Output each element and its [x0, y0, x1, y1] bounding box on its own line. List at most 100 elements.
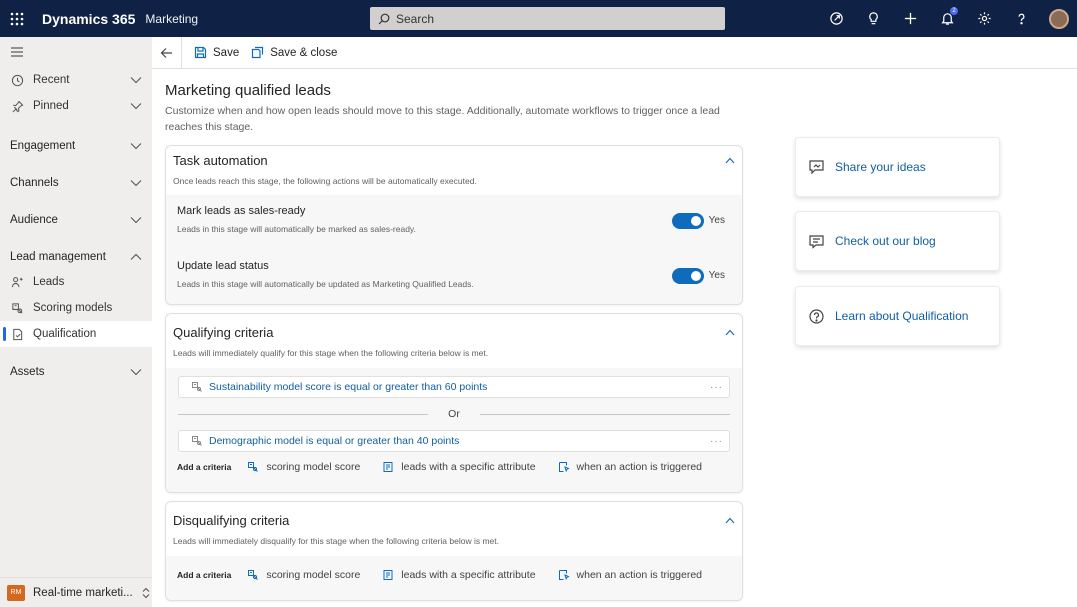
card-subtitle: Leads will immediately disqualify for th…	[173, 536, 499, 546]
sidebar-item-scoring-models[interactable]: Scoring models	[0, 295, 152, 321]
sidebar-item-pinned[interactable]: Pinned	[0, 93, 152, 119]
page-title: Marketing qualified leads	[165, 82, 331, 99]
toggle-value: Yes	[708, 215, 725, 226]
add-specific-attribute[interactable]: leads with a specific attribute	[382, 461, 536, 473]
toggle-title: Mark leads as sales-ready	[177, 205, 306, 217]
criteria-item[interactable]: Demographic model is equal or greater th…	[178, 430, 730, 452]
chevron-up-icon[interactable]	[725, 517, 735, 524]
chevron-up-icon[interactable]	[725, 157, 735, 164]
chevron-up-icon	[130, 253, 142, 260]
sales-ready-toggle[interactable]	[672, 213, 704, 229]
criteria-text: Sustainability model score is equal or g…	[209, 381, 488, 393]
sidebar-group-label: Lead management	[10, 250, 106, 263]
add-option-label: scoring model score	[266, 569, 361, 581]
notifications-icon[interactable]: 2	[929, 0, 966, 37]
update-status-toggle[interactable]	[672, 268, 704, 284]
user-avatar[interactable]	[1040, 0, 1077, 37]
or-separator: Or	[178, 398, 731, 430]
chevron-up-icon[interactable]	[725, 329, 735, 336]
top-bar: Dynamics 365 Marketing Search 2	[0, 0, 1077, 37]
pin-icon	[10, 99, 24, 113]
task-automation-header[interactable]: Task automation	[166, 146, 742, 174]
more-options-icon[interactable]: ···	[710, 382, 723, 393]
sidebar-group-channels[interactable]: Channels	[0, 164, 152, 201]
check-blog-label: Check out our blog	[835, 234, 936, 248]
settings-icon[interactable]	[966, 0, 1003, 37]
add-action-triggered[interactable]: when an action is triggered	[558, 569, 703, 581]
card-title: Qualifying criteria	[173, 324, 274, 340]
criteria-item[interactable]: Sustainability model score is equal or g…	[178, 376, 730, 398]
save-button[interactable]: Save	[188, 37, 245, 69]
chevron-down-icon	[130, 368, 142, 375]
blog-icon	[809, 234, 824, 249]
sidebar-group-assets[interactable]: Assets	[0, 353, 152, 390]
add-specific-attribute[interactable]: leads with a specific attribute	[382, 569, 536, 581]
more-options-icon[interactable]: ···	[710, 436, 723, 447]
back-button[interactable]	[152, 36, 182, 69]
add-icon[interactable]	[892, 0, 929, 37]
card-subtitle: Leads will immediately qualify for this …	[173, 348, 489, 358]
sidebar-item-leads[interactable]: Leads	[0, 269, 152, 295]
sidebar-group-label: Assets	[10, 365, 45, 378]
help-icon[interactable]	[1003, 0, 1040, 37]
scoring-icon	[10, 301, 24, 315]
share-ideas-label: Share your ideas	[835, 160, 926, 174]
add-scoring-model-score[interactable]: scoring model score	[247, 569, 360, 581]
area-switcher[interactable]: RM Real-time marketi...	[0, 577, 152, 607]
qualification-icon	[10, 327, 24, 341]
add-option-label: when an action is triggered	[576, 569, 703, 581]
app-launcher-icon[interactable]	[0, 0, 34, 37]
toggle-row-update-status: Update lead status Leads in this stage w…	[166, 250, 742, 304]
area-badge: RM	[7, 584, 25, 601]
trigger-icon	[558, 462, 570, 473]
back-arrow-icon	[160, 47, 172, 58]
notification-badge: 2	[950, 7, 958, 15]
sidebar-item-label: Leads	[33, 276, 65, 288]
search-input[interactable]: Search	[370, 7, 725, 30]
add-option-label: leads with a specific attribute	[401, 461, 536, 473]
app-name[interactable]: Dynamics 365	[42, 11, 135, 27]
card-subtitle: Once leads reach this stage, the followi…	[173, 176, 477, 186]
or-label: Or	[448, 408, 460, 420]
chevron-down-icon	[130, 179, 142, 186]
add-option-label: when an action is triggered	[576, 461, 703, 473]
assist-icon[interactable]	[818, 0, 855, 37]
add-action-triggered[interactable]: when an action is triggered	[558, 461, 703, 473]
sidebar-item-qualification[interactable]: Qualification	[0, 321, 152, 347]
task-automation-card: Task automation Once leads reach this st…	[165, 145, 743, 305]
check-blog-card[interactable]: Check out our blog	[795, 211, 1000, 271]
add-scoring-model-score[interactable]: scoring model score	[247, 461, 360, 473]
scoring-model-icon	[248, 570, 259, 580]
chevron-up-down-icon	[142, 587, 150, 598]
criteria-text: Demographic model is equal or greater th…	[209, 435, 460, 447]
module-name: Marketing	[145, 11, 199, 26]
hamburger-menu-icon[interactable]	[0, 37, 152, 67]
sidebar-group-label: Channels	[10, 176, 59, 189]
scoring-model-icon	[192, 382, 202, 392]
sidebar: Recent Pinned Engagement Channels Audien…	[0, 37, 152, 607]
save-close-icon	[252, 46, 264, 59]
lightbulb-icon[interactable]	[855, 0, 892, 37]
share-ideas-card[interactable]: Share your ideas	[795, 137, 1000, 197]
sidebar-group-label: Engagement	[10, 139, 76, 152]
chevron-down-icon	[130, 142, 142, 149]
save-close-button[interactable]: Save & close	[245, 37, 343, 69]
add-criteria-label: Add a criteria	[177, 570, 232, 580]
sidebar-group-engagement[interactable]: Engagement	[0, 127, 152, 164]
save-icon	[194, 46, 207, 59]
sidebar-item-recent[interactable]: Recent	[0, 67, 152, 93]
scoring-model-icon	[192, 436, 202, 446]
disqualifying-header[interactable]: Disqualifying criteria	[166, 506, 742, 534]
sidebar-item-label: Pinned	[33, 100, 69, 112]
sidebar-group-audience[interactable]: Audience	[0, 201, 152, 238]
learn-qualification-card[interactable]: Learn about Qualification	[795, 286, 1000, 346]
sidebar-group-label: Audience	[10, 213, 58, 226]
sidebar-item-label: Recent	[33, 74, 70, 86]
search-icon	[378, 13, 390, 24]
trigger-icon	[558, 570, 570, 581]
help-circle-icon	[809, 308, 824, 324]
attribute-icon	[383, 462, 393, 472]
chevron-down-icon	[130, 103, 142, 110]
add-criteria-label: Add a criteria	[177, 462, 232, 472]
qualifying-header[interactable]: Qualifying criteria	[166, 318, 742, 346]
